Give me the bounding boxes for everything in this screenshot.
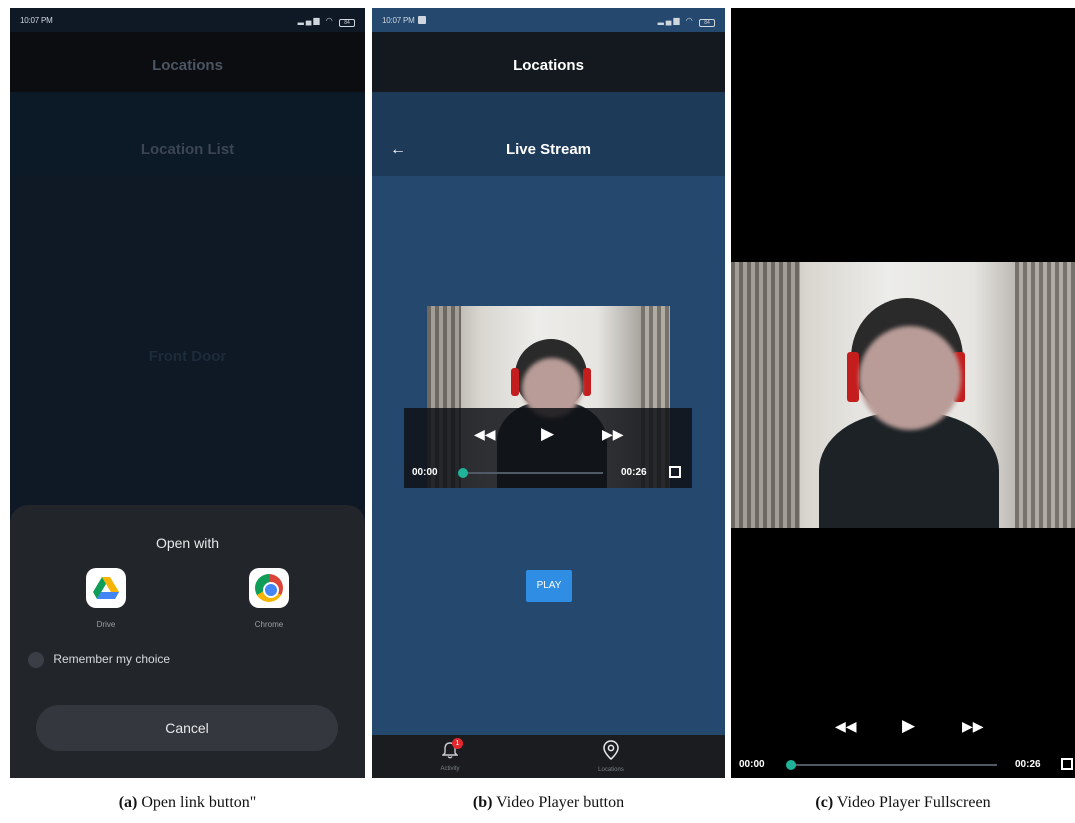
status-time: 10:07 PM <box>382 16 426 25</box>
seek-knob[interactable] <box>458 468 468 478</box>
chrome-icon <box>249 568 289 608</box>
open-with-drive[interactable]: Drive <box>76 568 136 629</box>
status-bar: 10:07 PM ▂▄▆ ◠ 84 <box>372 8 725 32</box>
fullscreen-icon[interactable] <box>669 466 681 478</box>
caption-a: (a) Open link button" <box>118 794 257 811</box>
signal-icon: ▂▄▆ <box>657 16 682 25</box>
app-bar-title: Locations <box>10 32 365 92</box>
total-time: 00:26 <box>621 467 647 478</box>
exit-fullscreen-icon[interactable] <box>1061 758 1073 770</box>
location-item-front-door[interactable]: Front Door <box>10 348 365 365</box>
seek-track[interactable] <box>461 472 603 474</box>
caption-c: (c) Video Player Fullscreen <box>815 794 991 811</box>
activity-badge: 1 <box>452 738 463 749</box>
app-bar-title: Locations <box>372 32 725 92</box>
status-icons: ▂▄▆ ◠ 84 <box>658 16 715 27</box>
open-with-chrome[interactable]: Chrome <box>239 568 299 629</box>
rewind-icon[interactable]: ◀◀ <box>835 718 857 735</box>
location-list-header: Location List <box>10 92 365 176</box>
battery-icon: 84 <box>339 19 355 27</box>
nav-locations-label: Locations <box>598 767 624 773</box>
remember-radio[interactable] <box>28 652 44 668</box>
status-bar: 10:07 PM ▂▄▆ ◠ 84 <box>10 8 365 32</box>
status-icons: ▂▄▆ ◠ 84 <box>298 16 355 27</box>
play-icon[interactable]: ▶ <box>902 716 915 736</box>
current-time: 00:00 <box>412 467 438 478</box>
sheet-title: Open with <box>155 535 220 551</box>
notification-icon <box>417 16 426 24</box>
blurred-face <box>859 326 961 430</box>
remember-label: Remember my choice <box>53 652 171 667</box>
play-icon[interactable]: ▶ <box>541 424 554 444</box>
video-controls: ◀◀ ▶ ▶▶ 00:00 00:26 <box>404 408 692 488</box>
open-with-sheet: Open with Drive Chrome Remember my choic… <box>10 505 365 778</box>
back-arrow-icon[interactable]: ← <box>390 92 406 208</box>
panel-open-with: 10:07 PM ▂▄▆ ◠ 84 Locations Location Lis… <box>10 8 365 778</box>
seek-knob[interactable] <box>786 760 796 770</box>
nav-activity-label: Activity <box>440 766 460 772</box>
cancel-button[interactable]: Cancel <box>36 705 338 751</box>
remember-choice-option[interactable]: Remember my choice <box>28 652 170 668</box>
wifi-icon: ◠ <box>685 16 695 25</box>
bottom-navigation: 1 Activity Locations <box>372 735 725 778</box>
bell-icon: 1 <box>441 738 463 759</box>
drive-label: Drive <box>96 620 116 629</box>
live-stream-header: ← Live Stream <box>372 92 725 176</box>
chrome-label: Chrome <box>254 620 284 629</box>
battery-icon: 84 <box>699 19 715 27</box>
location-pin-icon <box>602 740 620 760</box>
nav-locations[interactable]: Locations <box>571 735 651 773</box>
fullscreen-video-frame[interactable] <box>731 262 1075 528</box>
panel-fullscreen-player: ◀◀ ▶ ▶▶ 00:00 00:26 <box>731 8 1075 778</box>
nav-activity[interactable]: 1 Activity <box>410 735 490 772</box>
live-stream-title: Live Stream <box>505 141 592 158</box>
drive-icon <box>86 568 126 608</box>
caption-b: (b) Video Player button <box>472 794 625 811</box>
total-time: 00:26 <box>1015 759 1041 770</box>
current-time: 00:00 <box>739 759 765 770</box>
seek-track[interactable] <box>789 764 997 766</box>
fast-forward-icon[interactable]: ▶▶ <box>962 718 984 735</box>
wifi-icon: ◠ <box>325 16 335 25</box>
fast-forward-icon[interactable]: ▶▶ <box>602 426 624 443</box>
status-time: 10:07 PM <box>20 16 53 25</box>
panel-video-player: 10:07 PM ▂▄▆ ◠ 84 Locations ← Live Strea… <box>372 8 725 778</box>
rewind-icon[interactable]: ◀◀ <box>474 426 496 443</box>
play-button[interactable]: PLAY <box>526 570 572 602</box>
signal-icon: ▂▄▆ <box>297 16 322 25</box>
